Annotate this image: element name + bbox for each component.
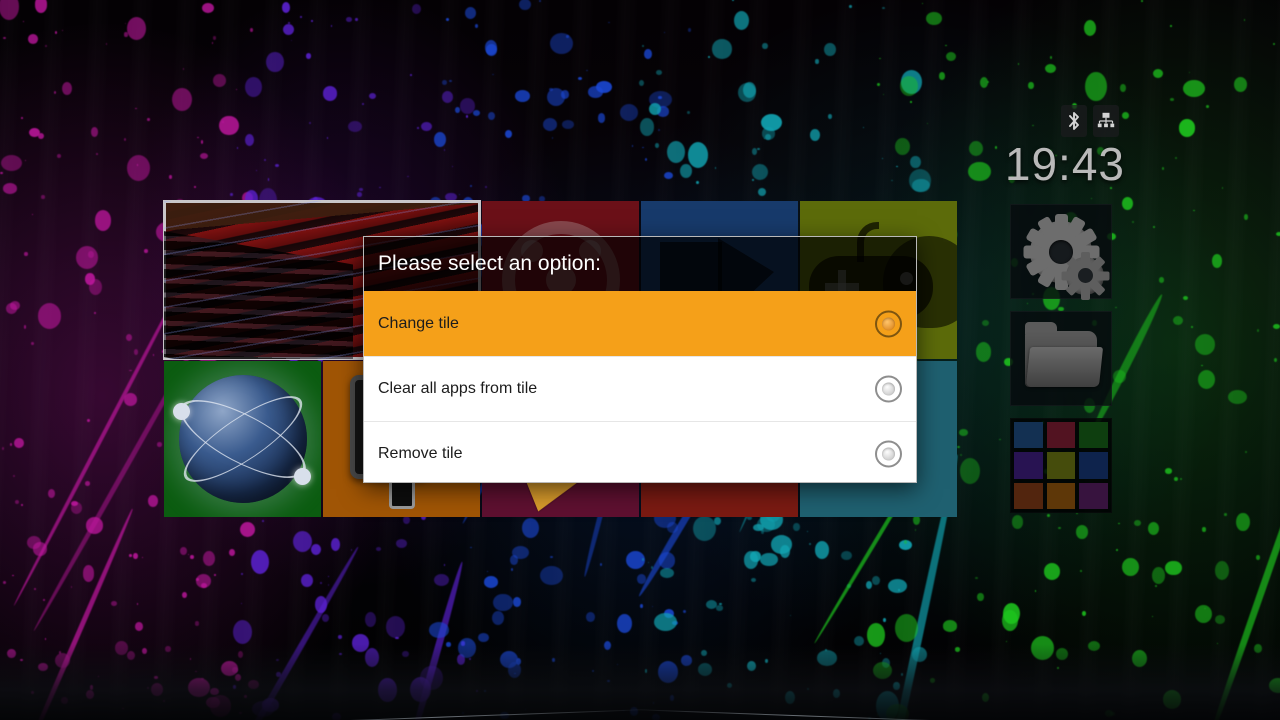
color-swatch[interactable] (1014, 482, 1043, 509)
color-swatch[interactable] (1079, 422, 1108, 449)
dialog-title-text: Please select an option: (378, 252, 601, 275)
sidebar-files[interactable] (1010, 311, 1112, 406)
color-grid (1014, 422, 1108, 509)
home-screen: 19:43 Please select an option: Change ti… (0, 0, 1280, 720)
dialog-title: Please select an option: (364, 237, 916, 291)
radio-dot (882, 317, 895, 330)
globe-icon (164, 361, 321, 517)
gear-small-icon (1061, 251, 1109, 300)
network-icon[interactable] (1093, 105, 1119, 137)
dialog-option-row[interactable]: Remove tile (364, 421, 916, 482)
color-palette[interactable] (1010, 418, 1112, 513)
status-icons (1061, 105, 1119, 137)
bluetooth-icon[interactable] (1061, 105, 1087, 137)
radio-button[interactable] (875, 310, 902, 337)
option-dialog: Please select an option: Change tile Clea… (363, 236, 917, 483)
radio-dot (882, 447, 895, 461)
dialog-option-list: Change tile Clear all apps from tile Remov… (364, 291, 916, 482)
dialog-option-row[interactable]: Clear all apps from tile (364, 356, 916, 421)
color-swatch[interactable] (1014, 422, 1043, 449)
sidebar-settings[interactable] (1010, 204, 1112, 300)
radio-button[interactable] (875, 440, 902, 468)
color-swatch[interactable] (1046, 482, 1076, 509)
color-swatch[interactable] (1079, 452, 1108, 479)
folder-icon (1025, 321, 1104, 387)
color-swatch[interactable] (1046, 452, 1076, 479)
radio-button[interactable] (875, 375, 902, 403)
clock: 19:43 (1004, 138, 1125, 190)
dialog-option-label: Remove tile (378, 445, 463, 462)
color-swatch[interactable] (1014, 452, 1043, 479)
tile-internet[interactable] (164, 361, 321, 517)
dialog-option-row[interactable]: Change tile (364, 291, 916, 356)
color-swatch[interactable] (1046, 422, 1076, 449)
dialog-option-label: Clear all apps from tile (378, 380, 538, 397)
dialog-option-label: Change tile (378, 314, 459, 332)
gear-icon (1023, 213, 1109, 300)
radio-dot (882, 382, 895, 396)
color-swatch[interactable] (1079, 482, 1108, 509)
right-panel: 19:43 (1000, 0, 1280, 720)
